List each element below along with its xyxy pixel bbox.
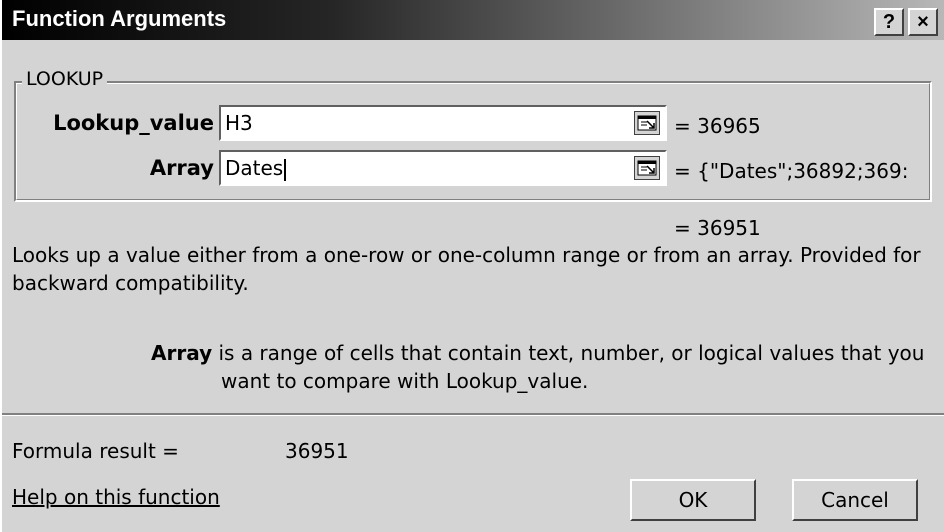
ok-button[interactable]: OK bbox=[630, 479, 756, 521]
argument-help-name: Array bbox=[151, 341, 213, 365]
array-text: Dates bbox=[225, 156, 284, 180]
array-label: Array bbox=[149, 156, 214, 180]
lookup-value-label: Lookup_value bbox=[53, 111, 214, 135]
cancel-button[interactable]: Cancel bbox=[792, 479, 918, 521]
text-cursor bbox=[284, 158, 287, 181]
close-icon: × bbox=[917, 11, 929, 33]
lookup-value-result: = 36965 bbox=[674, 114, 761, 138]
collapse-dialog-icon bbox=[637, 160, 657, 176]
collapse-dialog-icon bbox=[637, 115, 657, 131]
lookup-value-input[interactable]: H3 bbox=[219, 105, 667, 141]
array-result: = {"Dates";36892;369: bbox=[674, 159, 909, 183]
help-link[interactable]: Help on this function bbox=[12, 485, 220, 509]
title-bar[interactable]: Function Arguments ? × bbox=[2, 0, 944, 40]
argument-help-line2: want to compare with Lookup_value. bbox=[221, 369, 589, 393]
formula-result-label: Formula result = bbox=[12, 439, 179, 463]
function-result: = 36951 bbox=[674, 216, 761, 240]
array-input[interactable]: Dates bbox=[219, 150, 667, 186]
function-description-line1: Looks up a value either from a one-row o… bbox=[12, 243, 921, 267]
lookup-value-text: H3 bbox=[225, 111, 253, 135]
dialog-title: Function Arguments bbox=[12, 6, 227, 31]
function-arguments-dialog: Function Arguments ? × LOOKUP Lookup_val… bbox=[0, 0, 944, 532]
argument-help-line1: Array is a range of cells that contain t… bbox=[151, 341, 924, 365]
function-description-line2: backward compatibility. bbox=[12, 271, 249, 295]
array-collapse-button[interactable] bbox=[634, 156, 660, 180]
separator bbox=[2, 413, 944, 416]
argument-help-text: is a range of cells that contain text, n… bbox=[212, 341, 925, 365]
question-mark-icon: ? bbox=[882, 11, 896, 33]
close-button[interactable]: × bbox=[908, 8, 938, 36]
help-button[interactable]: ? bbox=[874, 8, 904, 36]
formula-result-value: 36951 bbox=[285, 439, 349, 463]
function-name-legend: LOOKUP bbox=[22, 68, 108, 90]
lookup-value-collapse-button[interactable] bbox=[634, 111, 660, 135]
